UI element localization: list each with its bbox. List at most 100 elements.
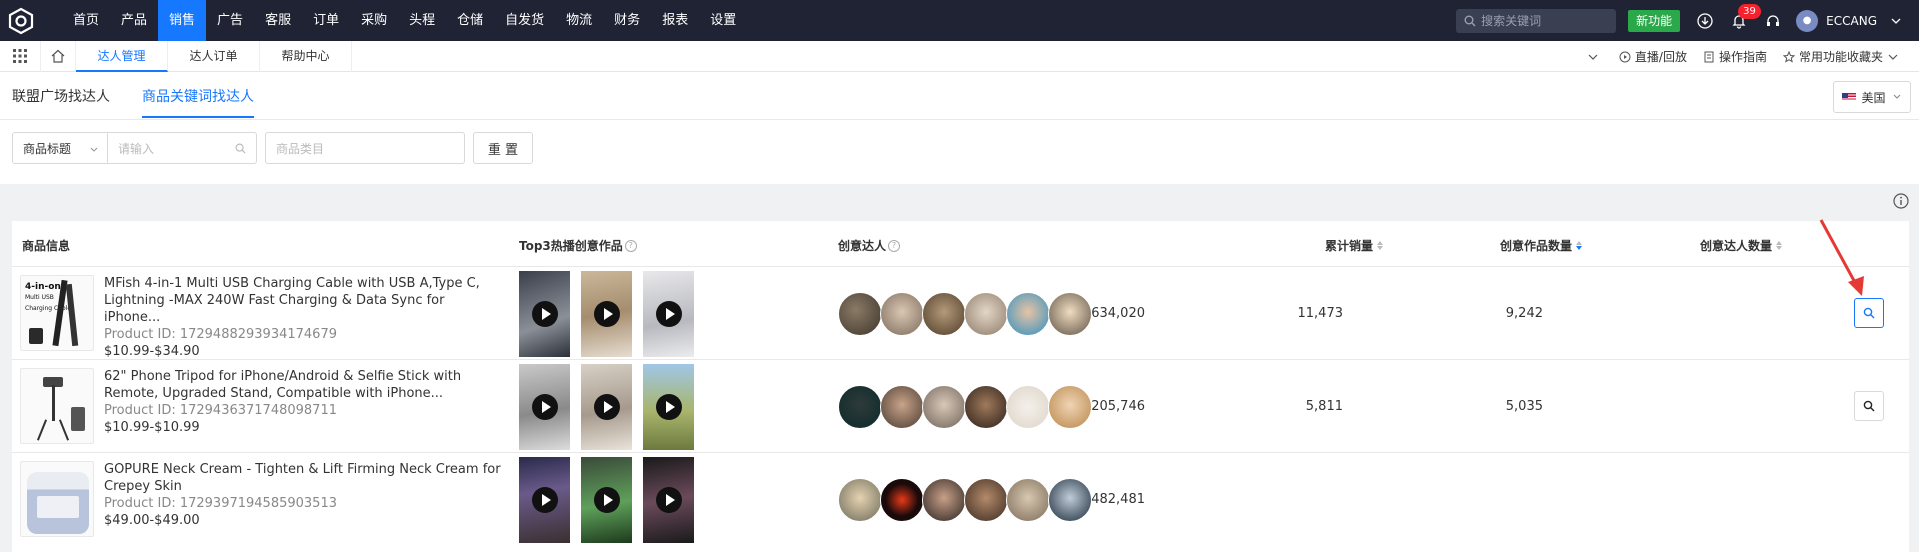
video-thumbnail[interactable] xyxy=(643,457,694,543)
operation-guide-link[interactable]: 操作指南 xyxy=(1703,48,1767,65)
subtab-keyword-search[interactable]: 商品关键词找达人 xyxy=(142,86,254,118)
creator-avatar[interactable] xyxy=(922,385,966,429)
search-icon xyxy=(235,143,246,154)
info-icon[interactable] xyxy=(1893,193,1909,209)
product-title[interactable]: GOPURE Neck Cream - Tighten & Lift Firmi… xyxy=(104,461,504,495)
download-icon[interactable] xyxy=(1694,10,1716,32)
menu-item-orders[interactable]: 订单 xyxy=(302,0,350,41)
creator-avatar[interactable] xyxy=(1048,292,1092,336)
country-select[interactable]: 美国 xyxy=(1833,81,1911,113)
menu-item-purchase[interactable]: 采购 xyxy=(350,0,398,41)
creator-avatar[interactable] xyxy=(964,292,1008,336)
tab-creator-management[interactable]: 达人管理 xyxy=(76,40,168,72)
global-search-input[interactable]: 搜索关键词 xyxy=(1456,8,1617,33)
header-creators-label: 创意达人 xyxy=(838,239,887,253)
creator-avatar[interactable] xyxy=(1048,385,1092,429)
creator-avatar[interactable] xyxy=(1048,478,1092,522)
creator-avatar[interactable] xyxy=(1006,292,1050,336)
header-sales[interactable]: 累计销量 xyxy=(1325,237,1384,254)
search-icon xyxy=(1464,15,1476,26)
menu-item-sales[interactable]: 销售 xyxy=(158,0,207,41)
menu-item-logistics[interactable]: 物流 xyxy=(555,0,603,41)
menu-item-reports[interactable]: 报表 xyxy=(651,0,699,41)
subtab-affiliate-square[interactable]: 联盟广场找达人 xyxy=(12,86,110,118)
favorites-link[interactable]: 常用功能收藏夹 xyxy=(1782,48,1903,65)
tabs-dropdown[interactable] xyxy=(1587,51,1603,63)
reset-button[interactable]: 重 置 xyxy=(473,132,533,164)
app-grid-icon[interactable] xyxy=(0,49,40,63)
menu-item-finance[interactable]: 财务 xyxy=(603,0,651,41)
table-row: GOPURE Neck Cream - Tighten & Lift Firmi… xyxy=(12,453,1909,546)
video-thumbnail[interactable] xyxy=(581,457,632,543)
works-value: 11,473 xyxy=(1297,306,1344,321)
tab-help-center[interactable]: 帮助中心 xyxy=(260,40,352,72)
menu-item-service[interactable]: 客服 xyxy=(254,0,302,41)
product-image[interactable] xyxy=(20,368,94,444)
live-replay-link[interactable]: 直播/回放 xyxy=(1619,48,1687,65)
category-input[interactable]: 商品类目 xyxy=(265,132,465,164)
product-title[interactable]: 62" Phone Tripod for iPhone/Android & Se… xyxy=(104,368,504,402)
chevron-down-icon xyxy=(1893,94,1900,99)
header-creator-count[interactable]: 创意达人数量 xyxy=(1700,237,1783,254)
header-works-label: 创意作品数量 xyxy=(1500,239,1573,253)
menu-item-selfship[interactable]: 自发货 xyxy=(494,0,555,41)
video-thumbnail[interactable] xyxy=(581,364,632,450)
creator-avatar[interactable] xyxy=(838,292,882,336)
username[interactable]: ECCANG xyxy=(1826,14,1877,28)
menu-item-firstleg[interactable]: 头程 xyxy=(398,0,446,41)
video-thumbnail[interactable] xyxy=(519,364,570,450)
app-logo-icon[interactable] xyxy=(0,0,42,41)
product-image[interactable] xyxy=(20,461,94,537)
creator-avatars xyxy=(838,292,1092,336)
chevron-down-icon xyxy=(1588,54,1598,60)
creator-avatar[interactable] xyxy=(1006,478,1050,522)
search-creators-button[interactable] xyxy=(1854,298,1884,328)
creator-avatar[interactable] xyxy=(880,292,924,336)
bell-icon[interactable]: 39 xyxy=(1728,3,1761,32)
play-icon xyxy=(531,487,558,513)
new-feature-button[interactable]: 新功能 xyxy=(1628,9,1681,32)
product-image[interactable]: 4-in-one Multi USB Charging Cable xyxy=(20,275,94,351)
video-thumbnail[interactable] xyxy=(519,457,570,543)
video-thumbnail[interactable] xyxy=(581,271,632,357)
home-icon[interactable] xyxy=(40,40,76,72)
category-placeholder: 商品类目 xyxy=(276,141,325,156)
header-works[interactable]: 创意作品数量 xyxy=(1500,237,1583,254)
menu-item-home[interactable]: 首页 xyxy=(62,0,110,41)
creator-avatar[interactable] xyxy=(880,478,924,522)
help-icon[interactable]: ? xyxy=(624,239,637,252)
video-thumbnail[interactable] xyxy=(643,271,694,357)
search-field-select[interactable]: 商品标题 xyxy=(12,132,107,164)
sort-icon[interactable] xyxy=(1377,241,1384,250)
star-icon xyxy=(1782,50,1795,63)
video-thumbnail[interactable] xyxy=(643,364,694,450)
tab-creator-orders[interactable]: 达人订单 xyxy=(168,40,260,72)
creator-avatar[interactable] xyxy=(838,385,882,429)
menu-item-warehouse[interactable]: 仓储 xyxy=(446,0,494,41)
creator-avatar[interactable] xyxy=(922,292,966,336)
menu-item-products[interactable]: 产品 xyxy=(110,0,158,41)
video-thumbnail[interactable] xyxy=(519,271,570,357)
creator-avatar[interactable] xyxy=(922,478,966,522)
top-right-tools: 搜索关键词 新功能 39 ● ECCANG xyxy=(1456,0,1919,41)
creator-avatar[interactable] xyxy=(964,478,1008,522)
search-creators-button[interactable] xyxy=(1854,391,1884,421)
headset-icon[interactable] xyxy=(1762,10,1784,32)
sort-icon[interactable] xyxy=(1776,241,1783,250)
user-avatar[interactable]: ● xyxy=(1796,9,1819,32)
document-icon xyxy=(1704,51,1714,62)
menu-item-ads[interactable]: 广告 xyxy=(206,0,254,41)
help-icon[interactable]: ? xyxy=(888,239,901,252)
top3-videos xyxy=(519,364,705,450)
creator-avatar[interactable] xyxy=(880,385,924,429)
sort-icon[interactable] xyxy=(1576,241,1583,250)
creator-count-value: 5,035 xyxy=(1505,399,1543,414)
creator-avatar[interactable] xyxy=(838,478,882,522)
product-title[interactable]: MFish 4-in-1 Multi USB Charging Cable wi… xyxy=(104,275,504,326)
menu-item-settings[interactable]: 设置 xyxy=(699,0,747,41)
creator-avatar[interactable] xyxy=(1006,385,1050,429)
chevron-down-icon[interactable] xyxy=(1885,10,1907,32)
creator-avatar[interactable] xyxy=(964,385,1008,429)
creator-avatars xyxy=(838,385,1092,429)
keyword-input[interactable]: 请输入 xyxy=(107,132,257,164)
